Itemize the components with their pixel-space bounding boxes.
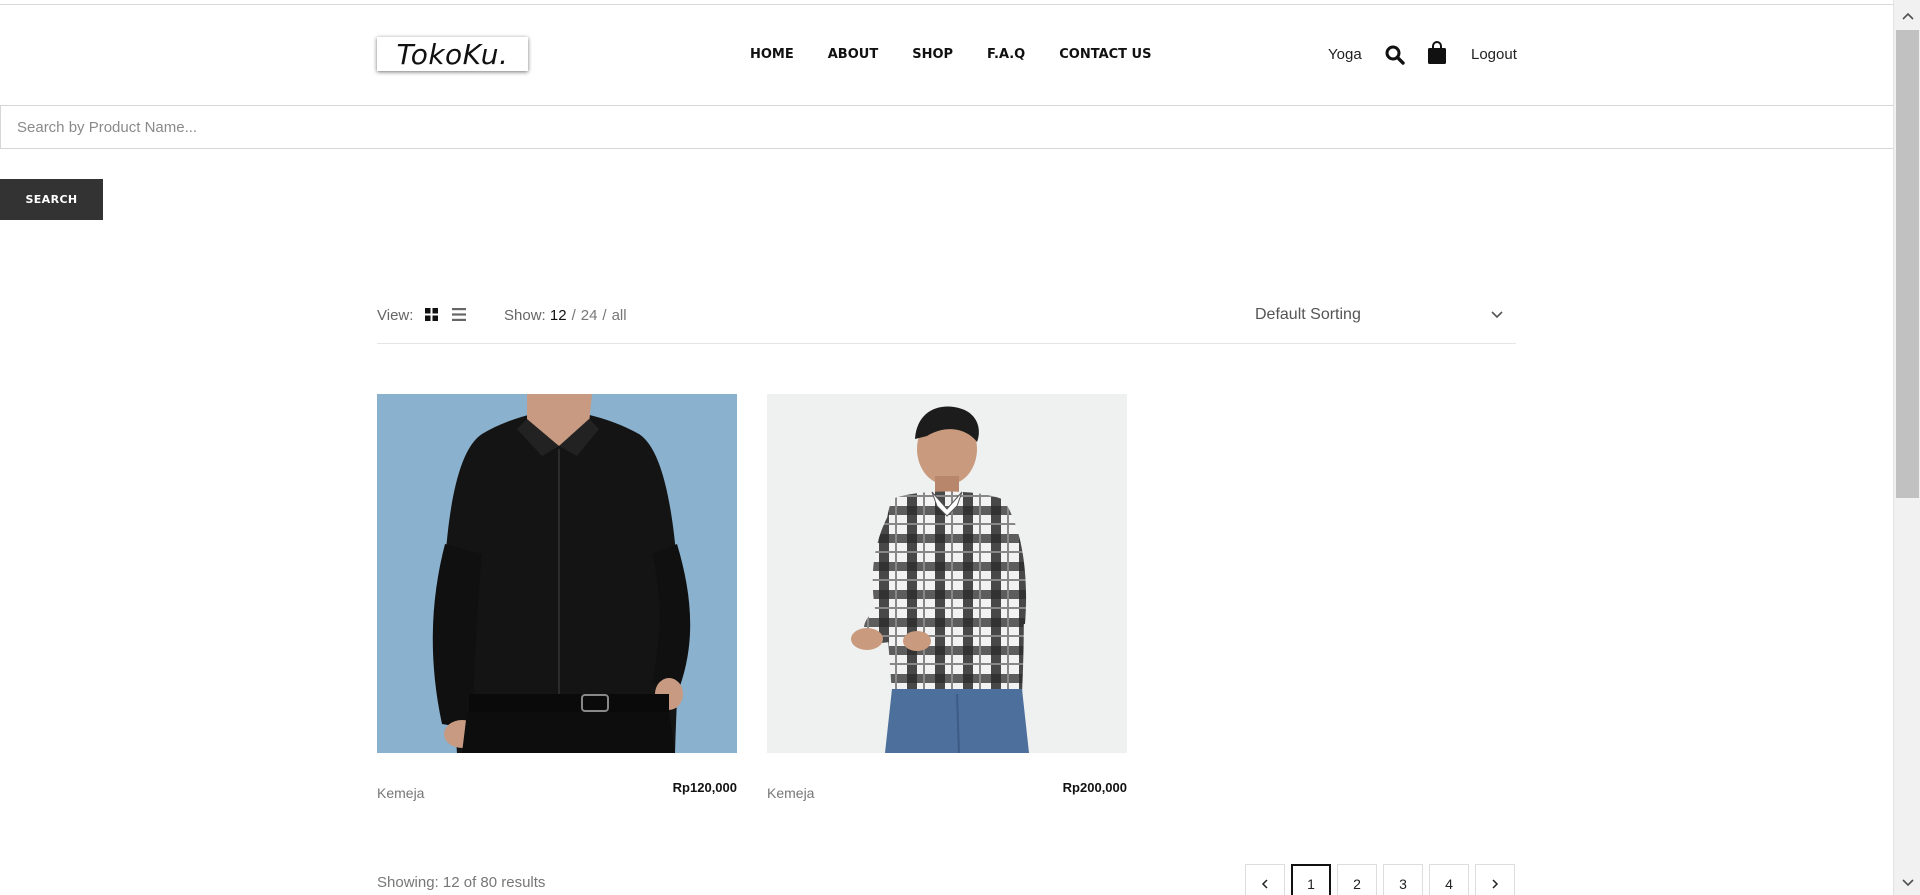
grid-view-icon[interactable] (425, 308, 438, 321)
show-option-12[interactable]: 12 (550, 307, 567, 324)
chevron-down-icon (1491, 311, 1503, 319)
search-icon[interactable] (1385, 45, 1405, 65)
product-image[interactable] (767, 394, 1127, 753)
page-scrollbar[interactable] (1893, 0, 1920, 895)
product-name[interactable]: Kemeja (377, 785, 424, 801)
shop-toolbar: View: Show: 12/24/all Default Sorting (377, 300, 1516, 344)
nav-home[interactable]: HOME (750, 47, 794, 62)
list-view-icon[interactable] (452, 308, 466, 321)
logout-link[interactable]: Logout (1471, 46, 1517, 63)
view-label: View: (377, 307, 414, 324)
product-card[interactable]: Kemeja Rp120,000 (377, 394, 737, 801)
scroll-down-button[interactable] (1894, 871, 1920, 895)
product-image[interactable] (377, 394, 737, 753)
scroll-thumb[interactable] (1896, 30, 1919, 498)
show-per-page: Show: 12/24/all (504, 307, 627, 324)
nav-about[interactable]: ABOUT (828, 47, 878, 62)
search-button[interactable]: SEARCH (0, 179, 103, 220)
show-option-all[interactable]: all (612, 307, 627, 324)
pagination-page-2[interactable]: 2 (1337, 864, 1377, 895)
sorting-value: Default Sorting (1255, 306, 1361, 323)
pagination-next[interactable] (1475, 864, 1515, 895)
chevron-up-icon (1901, 12, 1914, 20)
show-option-24[interactable]: 24 (581, 307, 598, 324)
product-name[interactable]: Kemeja (767, 785, 814, 801)
pagination: 1 2 3 4 (1245, 864, 1515, 895)
pagination-prev[interactable] (1245, 864, 1285, 895)
chevron-left-icon (1261, 879, 1268, 889)
top-border (0, 4, 1893, 5)
pagination-page-4[interactable]: 4 (1429, 864, 1469, 895)
chevron-right-icon (1492, 879, 1499, 889)
user-name[interactable]: Yoga (1328, 46, 1362, 63)
nav-faq[interactable]: F.A.Q (987, 47, 1025, 62)
nav-shop[interactable]: SHOP (912, 47, 953, 62)
nav-contact-us[interactable]: CONTACT US (1059, 47, 1151, 62)
show-label: Show: (504, 307, 546, 324)
main-nav: HOME ABOUT SHOP F.A.Q CONTACT US (750, 47, 1151, 62)
product-price: Rp120,000 (672, 780, 737, 795)
logo[interactable]: TokoKu. (377, 37, 528, 71)
search-input[interactable] (0, 105, 1894, 149)
product-card[interactable]: Kemeja Rp200,000 (767, 394, 1127, 801)
pagination-page-3[interactable]: 3 (1383, 864, 1423, 895)
shopping-bag-icon[interactable] (1427, 41, 1447, 65)
results-count: Showing: 12 of 80 results (377, 874, 546, 891)
pagination-page-1[interactable]: 1 (1291, 864, 1331, 895)
sorting-select[interactable]: Default Sorting (1255, 300, 1515, 330)
scroll-up-button[interactable] (1894, 4, 1920, 28)
chevron-down-icon (1901, 879, 1914, 887)
product-price: Rp200,000 (1062, 780, 1127, 795)
